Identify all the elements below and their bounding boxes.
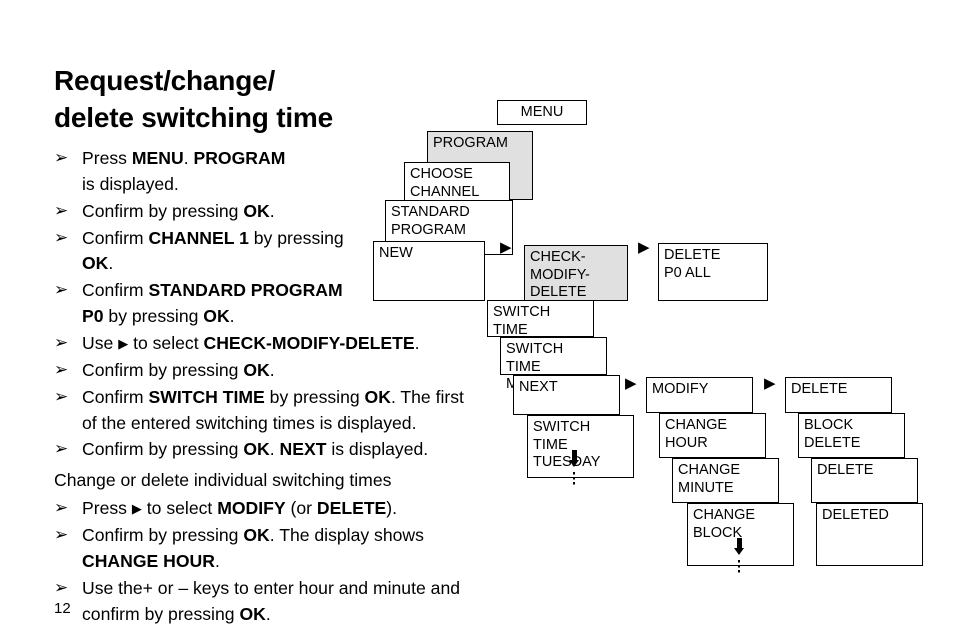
diagram-node-change-hour: CHANGE HOUR: [659, 413, 766, 458]
diagram-node-delete-p0-all: DELETE P0 ALL: [658, 243, 768, 301]
flow-arrow-icon-2: ▶: [638, 239, 650, 256]
continuation-dots-1: [572, 472, 575, 486]
diagram-node-menu: MENU: [497, 100, 587, 125]
diagram-node-switch-time-monday: SWITCH TIME MONDAY: [500, 337, 607, 392]
diagram-node-delete-2: DELETE: [811, 458, 918, 503]
flow-arrow-icon-3: ▶: [625, 375, 637, 392]
diagram-node-modify: MODIFY: [646, 377, 753, 413]
continuation-dots-2: [737, 560, 740, 574]
menu-flow-diagram: MENU PROGRAM CHOOSE CHANNEL STANDARD PRO…: [0, 0, 954, 643]
diagram-node-deleted: DELETED: [816, 503, 923, 566]
diagram-node-switch-time: SWITCH TIME: [487, 300, 594, 338]
diagram-node-next: NEXT: [513, 375, 620, 415]
diagram-node-block-delete: BLOCK DELETE: [798, 413, 905, 458]
diagram-node-check-modify-delete: CHECK- MODIFY- DELETE: [524, 245, 628, 301]
flow-arrow-icon-1: ▶: [500, 239, 512, 256]
flow-arrow-icon-4: ▶: [764, 375, 776, 392]
diagram-node-change-minute: CHANGE MINUTE: [672, 458, 779, 503]
diagram-node-delete: DELETE: [785, 377, 892, 413]
manual-page: Request/change/ delete switching time ➢ P…: [0, 0, 954, 643]
diagram-node-new: NEW: [373, 241, 485, 301]
diagram-node-change-block: CHANGE BLOCK: [687, 503, 794, 566]
diagram-node-switch-time-tuesday: SWITCH TIME TUESDAY: [527, 415, 634, 478]
